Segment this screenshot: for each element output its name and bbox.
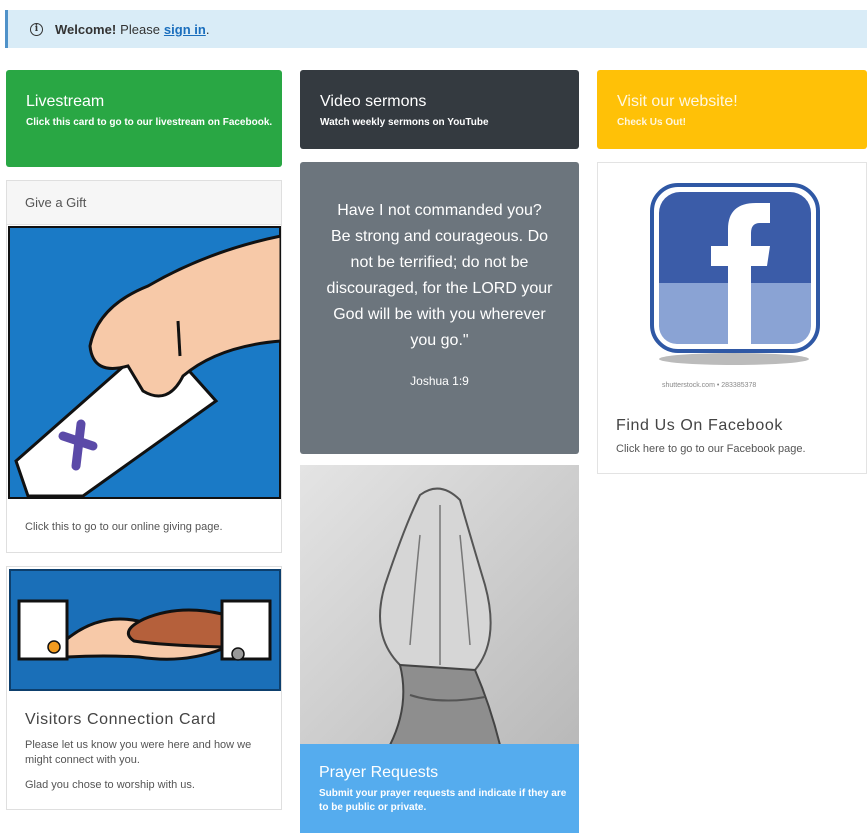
facebook-card[interactable]: shutterstock.com • 283385378 Find Us On … [597,162,867,474]
livestream-card[interactable]: Livestream Click this card to go to our … [6,70,282,167]
scripture-quote-card: Have I not commanded you? Be strong and … [300,162,579,454]
visit-website-card[interactable]: Visit our website! Check Us Out! [597,70,867,149]
give-a-gift-header: Give a Gift [7,181,281,225]
video-sermons-card[interactable]: Video sermons Watch weekly sermons on Yo… [300,70,579,149]
give-a-gift-text: Click this to go to our online giving pa… [25,521,223,533]
visit-website-subtitle: Check Us Out! [617,117,686,128]
video-sermons-subtitle: Watch weekly sermons on YouTube [320,117,489,128]
info-icon: i [30,22,43,36]
welcome-label: Welcome! [55,21,117,37]
visitors-card-title: Visitors Connection Card [25,711,217,728]
prayer-requests-title: Prayer Requests [319,764,439,781]
facebook-card-title: Find Us On Facebook [616,417,784,434]
prayer-requests-card[interactable]: Prayer Requests Submit your prayer reque… [300,465,579,833]
visitors-card-text: Please let us know you were here and how… [25,739,252,766]
welcome-alert: i Welcome! Please sign in . [5,10,867,48]
visitors-card-text-2: Glad you chose to worship with us. [25,779,195,791]
livestream-subtitle: Click this card to go to our livestream … [26,117,273,128]
visitors-connection-card[interactable]: Visitors Connection Card Please let us k… [6,566,282,810]
facebook-image-watermark: shutterstock.com • 283385378 [662,382,757,389]
offering-hand-image [8,226,281,499]
alert-text: Please [120,21,160,37]
prayer-requests-subtitle: Submit your prayer requests and indicate… [319,788,567,813]
facebook-card-text: Click here to go to our Facebook page. [616,443,806,455]
livestream-title: Livestream [26,93,105,110]
give-a-gift-card[interactable]: Give a Gift Click this to go to our onli… [6,180,282,553]
handshake-image [9,569,281,691]
scripture-reference: Joshua 1:9 [410,374,469,388]
alert-suffix: . [205,21,210,37]
scripture-quote-text: Have I not commanded you? Be strong and … [326,202,553,349]
facebook-logo-icon [598,163,866,403]
video-sermons-title: Video sermons [320,93,427,110]
prayer-requests-bar: Prayer Requests Submit your prayer reque… [300,744,579,833]
visit-website-title: Visit our website! [617,93,738,110]
sign-in-link[interactable]: sign in [164,22,206,37]
praying-hands-image [300,465,579,745]
